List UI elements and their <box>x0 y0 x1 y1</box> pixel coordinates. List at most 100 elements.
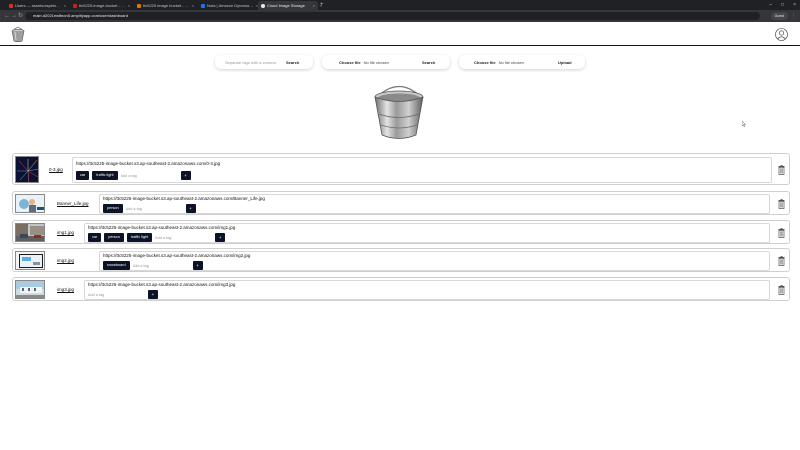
add-tag-input[interactable] <box>155 233 213 242</box>
browser-tab[interactable]: ttc5225-image-bucket - S3 bucket × <box>70 1 133 10</box>
image-url: https://ttc5225-image-bucket.s3.ap-south… <box>76 161 221 166</box>
tab-close-icon[interactable]: × <box>313 3 315 8</box>
tag-chip[interactable]: snowboard <box>103 261 130 270</box>
image-filename-link[interactable]: img1.jpg <box>57 230 74 235</box>
file-picker[interactable]: Choose file No file chosen <box>474 60 524 65</box>
trash-icon[interactable] <box>778 285 785 295</box>
add-tag-input[interactable] <box>120 171 178 180</box>
image-filename-link[interactable]: img2.jpg <box>57 258 74 263</box>
tag-chip[interactable]: traffic light <box>92 171 118 180</box>
image-url: https://ttc5225-image-bucket.s3.ap-south… <box>88 282 236 287</box>
choose-file-button[interactable]: Choose file <box>339 60 361 65</box>
image-thumbnail[interactable] <box>15 223 45 242</box>
reload-icon[interactable]: ↻ <box>18 12 23 20</box>
add-tag-button[interactable]: + <box>185 204 196 213</box>
profile-button[interactable]: Guest <box>770 12 788 20</box>
tag-chip[interactable]: car <box>76 171 90 180</box>
tag-list: car traffic light + <box>76 171 191 180</box>
image-row: Banner_Life.jpg https://ttc5225-image-bu… <box>12 191 790 215</box>
tag-list: person + <box>103 204 196 213</box>
tag-chip[interactable]: person <box>104 233 124 242</box>
tag-list: car person traffic light + <box>88 233 226 242</box>
browser-tab-active[interactable]: Cloud Image Storage × <box>258 1 318 10</box>
file-search-bar: Choose file No file chosen Search <box>322 55 450 69</box>
file-search-button[interactable]: Search <box>422 60 435 65</box>
image-row: img3.jpg https://ttc5225-image-bucket.s3… <box>12 277 790 301</box>
arrow-left-icon[interactable]: ← <box>4 12 10 20</box>
banner-photo <box>16 195 44 212</box>
tag-search-bar: Search <box>215 55 313 69</box>
upload-bar: Choose file No file chosen Upload <box>459 55 585 69</box>
arrow-right-icon[interactable]: → <box>11 12 17 20</box>
tab-label: Users — assets/aspiring(60) <box>15 3 62 8</box>
image-thumbnail[interactable] <box>15 156 39 183</box>
tag-search-button[interactable]: Search <box>286 60 299 65</box>
image-filename-link[interactable]: img3.jpg <box>57 287 74 292</box>
trash-icon[interactable] <box>778 256 785 266</box>
image-filename-link[interactable]: 0-3.jpg <box>49 167 63 172</box>
tab-close-icon[interactable]: × <box>128 3 130 8</box>
app-header <box>0 22 800 46</box>
file-picker[interactable]: Choose file No file chosen <box>339 60 389 65</box>
image-details: https://ttc5225-image-bucket.s3.ap-south… <box>99 194 770 214</box>
image-filename-link[interactable]: Banner_Life.jpg <box>57 201 89 206</box>
window-controls: – □ × <box>769 1 796 9</box>
firework-photo <box>16 157 38 182</box>
tab-label: Nota | Amazon DynamoDB M <box>207 3 254 8</box>
tag-chip[interactable]: person <box>103 204 123 213</box>
browser-tab-bar: Users — assets/aspiring(60) × ttc5225-im… <box>0 0 800 10</box>
browser-tab[interactable]: ttc5225 image bucket - S3 buc × <box>134 1 197 10</box>
maximize-icon[interactable]: □ <box>781 1 784 9</box>
minimize-icon[interactable]: – <box>769 1 772 9</box>
tag-chip[interactable]: car <box>88 233 102 242</box>
user-avatar-icon[interactable] <box>775 28 788 41</box>
tab-favicon-icon <box>73 3 77 8</box>
image-thumbnail[interactable] <box>15 280 45 299</box>
tab-favicon-icon <box>9 3 13 8</box>
choose-file-button[interactable]: Choose file <box>474 60 496 65</box>
tag-list: snowboard + <box>103 261 203 270</box>
image-row: img2.jpg https://ttc5225-image-bucket.s3… <box>12 248 790 272</box>
tab-favicon-icon <box>201 3 205 8</box>
trash-icon[interactable] <box>778 165 785 175</box>
laptop-photo <box>16 252 44 269</box>
add-tag-input[interactable] <box>132 261 190 270</box>
address-bar[interactable]: main.d2021ewlfnon5.amplifyapp.com/user/d… <box>25 12 760 20</box>
image-url: https://ttc5225-image-bucket.s3.ap-south… <box>103 253 251 258</box>
upload-button[interactable]: Upload <box>558 60 572 65</box>
more-menu-icon[interactable]: ⋮ <box>791 12 796 20</box>
image-url: https://ttc5225-image-bucket.s3.ap-south… <box>88 225 236 230</box>
add-tag-input[interactable] <box>125 204 183 213</box>
add-tag-input[interactable] <box>88 290 145 299</box>
image-details: https://ttc5225-image-bucket.s3.ap-south… <box>72 157 772 183</box>
tab-close-icon[interactable]: × <box>64 3 66 8</box>
building-photo <box>16 281 44 298</box>
image-thumbnail[interactable] <box>15 251 45 270</box>
bucket-icon[interactable] <box>10 25 26 43</box>
image-row: 0-3.jpg https://ttc5225-image-bucket.s3.… <box>12 153 790 185</box>
tab-label: ttc5225 image bucket - S3 buc <box>143 3 190 8</box>
browser-tab[interactable]: Nota | Amazon DynamoDB M × <box>198 1 261 10</box>
trash-icon[interactable] <box>778 228 785 238</box>
add-tag-button[interactable]: + <box>192 261 203 270</box>
add-tag-button[interactable]: + <box>215 233 226 242</box>
tab-favicon-icon <box>137 3 141 8</box>
file-status: No file chosen <box>363 59 389 65</box>
new-tab-button[interactable]: + <box>320 1 324 9</box>
tab-label: Cloud Image Storage <box>267 3 305 8</box>
image-details: https://ttc5225-image-bucket.s3.ap-south… <box>84 280 770 300</box>
mouse-cursor-icon <box>742 121 746 127</box>
street-photo <box>16 224 44 241</box>
add-tag-button[interactable]: + <box>180 171 191 180</box>
close-window-icon[interactable]: × <box>793 1 796 9</box>
browser-toolbar: ← → ↻ main.d2021ewlfnon5.amplifyapp.com/… <box>0 10 800 22</box>
image-thumbnail[interactable] <box>15 194 45 213</box>
tag-chip[interactable]: traffic light <box>126 233 153 242</box>
file-status: No file chosen <box>498 59 524 65</box>
tab-close-icon[interactable]: × <box>192 3 194 8</box>
trash-icon[interactable] <box>778 199 785 209</box>
tag-search-input[interactable] <box>225 59 283 65</box>
browser-tab[interactable]: Users — assets/aspiring(60) × <box>6 1 69 10</box>
add-tag-button[interactable]: + <box>148 290 158 299</box>
bucket-illustration <box>374 85 424 139</box>
